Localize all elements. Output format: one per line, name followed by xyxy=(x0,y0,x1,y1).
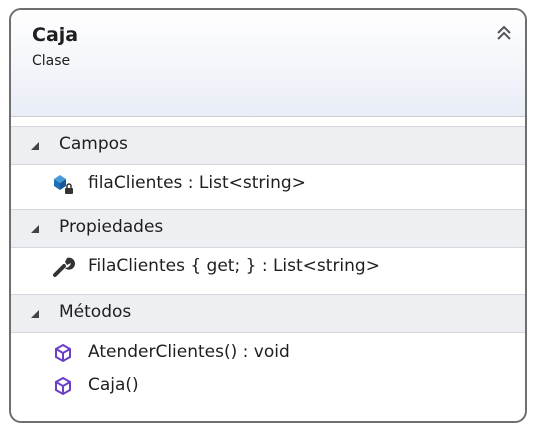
expanded-triangle-icon xyxy=(31,142,39,150)
class-title: Caja xyxy=(32,24,79,46)
class-box: Caja Clase Campos filaClientes : List<st… xyxy=(9,8,527,423)
field-item[interactable]: filaClientes : List<string> xyxy=(11,167,525,201)
private-field-icon xyxy=(54,175,73,194)
method-cube-icon xyxy=(55,343,71,363)
class-kind: Clase xyxy=(32,53,71,69)
double-chevron-up-icon xyxy=(497,25,511,40)
method-label: AtenderClientes() : void xyxy=(88,342,290,362)
property-label: FilaClientes { get; } : List<string> xyxy=(88,256,380,276)
expanded-triangle-icon xyxy=(31,225,39,233)
method-cube-icon xyxy=(55,376,71,396)
section-campos-label: Campos xyxy=(59,134,128,154)
collapse-button[interactable] xyxy=(493,22,515,44)
section-propiedades-label: Propiedades xyxy=(59,217,164,237)
section-metodos-label: Métodos xyxy=(59,302,132,322)
section-campos-header[interactable]: Campos xyxy=(11,126,525,165)
field-label: filaClientes : List<string> xyxy=(88,173,306,193)
class-header[interactable]: Caja Clase xyxy=(11,10,525,117)
method-item[interactable]: AtenderClientes() : void xyxy=(11,336,525,370)
method-item[interactable]: Caja() xyxy=(11,369,525,403)
expanded-triangle-icon xyxy=(31,310,39,318)
section-propiedades-header[interactable]: Propiedades xyxy=(11,209,525,248)
method-label: Caja() xyxy=(88,375,139,395)
property-item[interactable]: FilaClientes { get; } : List<string> xyxy=(11,250,525,284)
property-wrench-icon xyxy=(53,257,75,277)
section-metodos-header[interactable]: Métodos xyxy=(11,294,525,333)
